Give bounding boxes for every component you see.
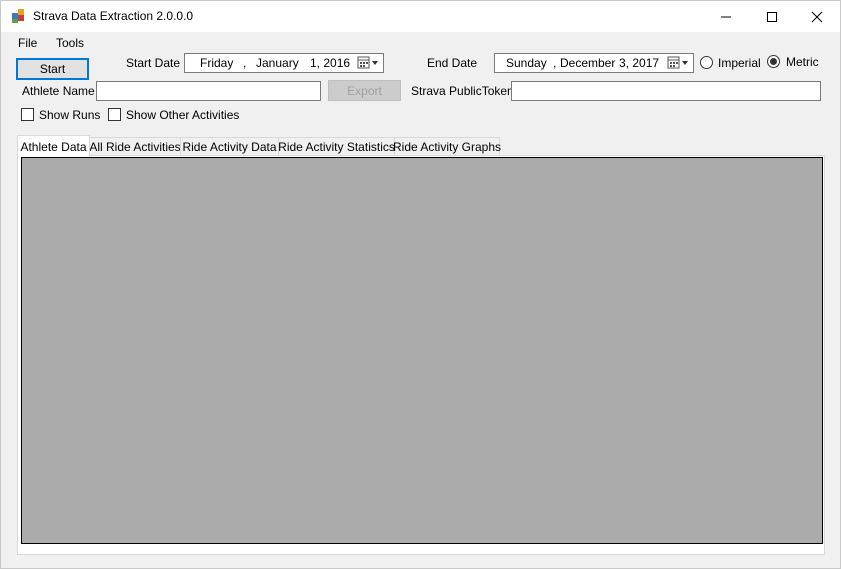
athlete-data-grid[interactable] [21,157,823,544]
maximize-button[interactable] [749,1,795,32]
tab-athlete-data[interactable]: Athlete Data [17,135,90,157]
athlete-name-field[interactable] [96,81,321,101]
token-label: Strava PublicToken [411,84,514,98]
start-date-date: 1, 2016 [310,56,351,70]
export-button-label: Export [347,83,382,98]
tab-label: Athlete Data [20,139,87,154]
menu-file[interactable]: File [18,36,37,50]
tab-label: Ride Activity Statistics [278,140,395,154]
close-button[interactable] [794,1,840,32]
close-icon [811,11,823,22]
start-date-picker[interactable]: Friday , January 1, 2016 [184,53,384,73]
end-date-sep: , [553,56,557,70]
start-date-month: January [256,56,299,70]
menu-tools[interactable]: Tools [56,36,84,50]
tab-ride-activity-statistics[interactable]: Ride Activity Statistics [278,137,395,156]
calendar-dropdown-icon [357,56,378,69]
menu-bar: File Tools [1,32,840,54]
imperial-label: Imperial [718,56,761,70]
tab-ride-activity-graphs[interactable]: Ride Activity Graphs [392,137,502,156]
calendar-dropdown-icon [667,56,688,69]
end-date-dropdown[interactable] [667,56,691,70]
show-other-checkbox[interactable] [108,108,121,121]
export-button[interactable]: Export [328,80,401,101]
end-date-month: December [560,56,616,70]
start-button[interactable]: Start [16,58,89,80]
athlete-data-panel [17,155,825,555]
tab-all-ride-activities[interactable]: All Ride Activities [89,137,181,156]
show-other-label: Show Other Activities [126,108,240,122]
show-runs-label: Show Runs [39,108,101,122]
minimize-icon [721,16,731,17]
tab-label: Ride Activity Graphs [392,140,502,154]
start-date-label: Start Date [126,56,181,70]
start-date-sep: , [243,56,247,70]
show-runs-checkbox[interactable] [21,108,34,121]
metric-radio[interactable] [767,55,780,68]
end-date-label: End Date [427,56,478,70]
token-field[interactable] [511,81,821,101]
app-icon [12,9,26,23]
start-date-day: Friday [200,56,234,70]
tab-ride-activity-data[interactable]: Ride Activity Data [180,137,279,156]
metric-label: Metric [786,55,819,69]
end-date-day: Sunday [506,56,547,70]
start-button-label: Start [39,62,66,76]
maximize-icon [767,11,777,22]
minimize-button[interactable] [703,1,749,32]
athlete-name-label: Athlete Name [22,84,95,98]
start-date-dropdown[interactable] [357,56,381,70]
app-window: Strava Data Extraction 2.0.0.0 File Tool… [0,0,841,569]
end-date-picker[interactable]: Sunday , December 3, 2017 [494,53,694,73]
tab-label: All Ride Activities [89,140,181,154]
window-title: Strava Data Extraction 2.0.0.0 [33,9,194,23]
end-date-date: 3, 2017 [619,56,660,70]
tab-label: Ride Activity Data [182,140,277,154]
imperial-radio[interactable] [700,56,713,69]
title-bar: Strava Data Extraction 2.0.0.0 [1,1,840,32]
